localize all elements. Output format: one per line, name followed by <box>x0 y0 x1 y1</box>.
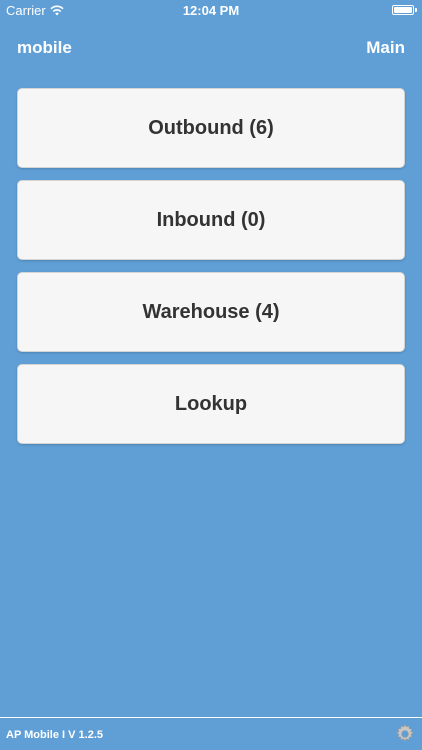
status-time: 12:04 PM <box>182 3 240 18</box>
main-menu: Outbound (6) Inbound (0) Warehouse (4) L… <box>17 88 405 456</box>
footer-bar: AP Mobile I V 1.2.5 <box>0 717 422 750</box>
inbound-button[interactable]: Inbound (0) <box>17 180 405 260</box>
inbound-button-label: Inbound (0) <box>156 208 266 231</box>
app-version: AP Mobile I V 1.2.5 <box>6 729 103 741</box>
warehouse-button[interactable]: Warehouse (4) <box>17 272 405 352</box>
battery-tip <box>415 8 417 12</box>
nav-main-label[interactable]: Main <box>366 38 405 58</box>
outbound-button[interactable]: Outbound (6) <box>17 88 405 168</box>
nav-bar: mobile Main <box>0 30 422 64</box>
lookup-button-label: Lookup <box>174 392 248 415</box>
status-bar: Carrier 12:04 PM <box>0 0 422 22</box>
warehouse-button-label: Warehouse (4) <box>142 300 280 323</box>
battery-icon <box>392 5 414 15</box>
outbound-button-label: Outbound (6) <box>148 116 274 139</box>
gear-icon[interactable] <box>393 722 417 746</box>
lookup-button[interactable]: Lookup <box>17 364 405 444</box>
nav-title: mobile <box>17 38 72 57</box>
